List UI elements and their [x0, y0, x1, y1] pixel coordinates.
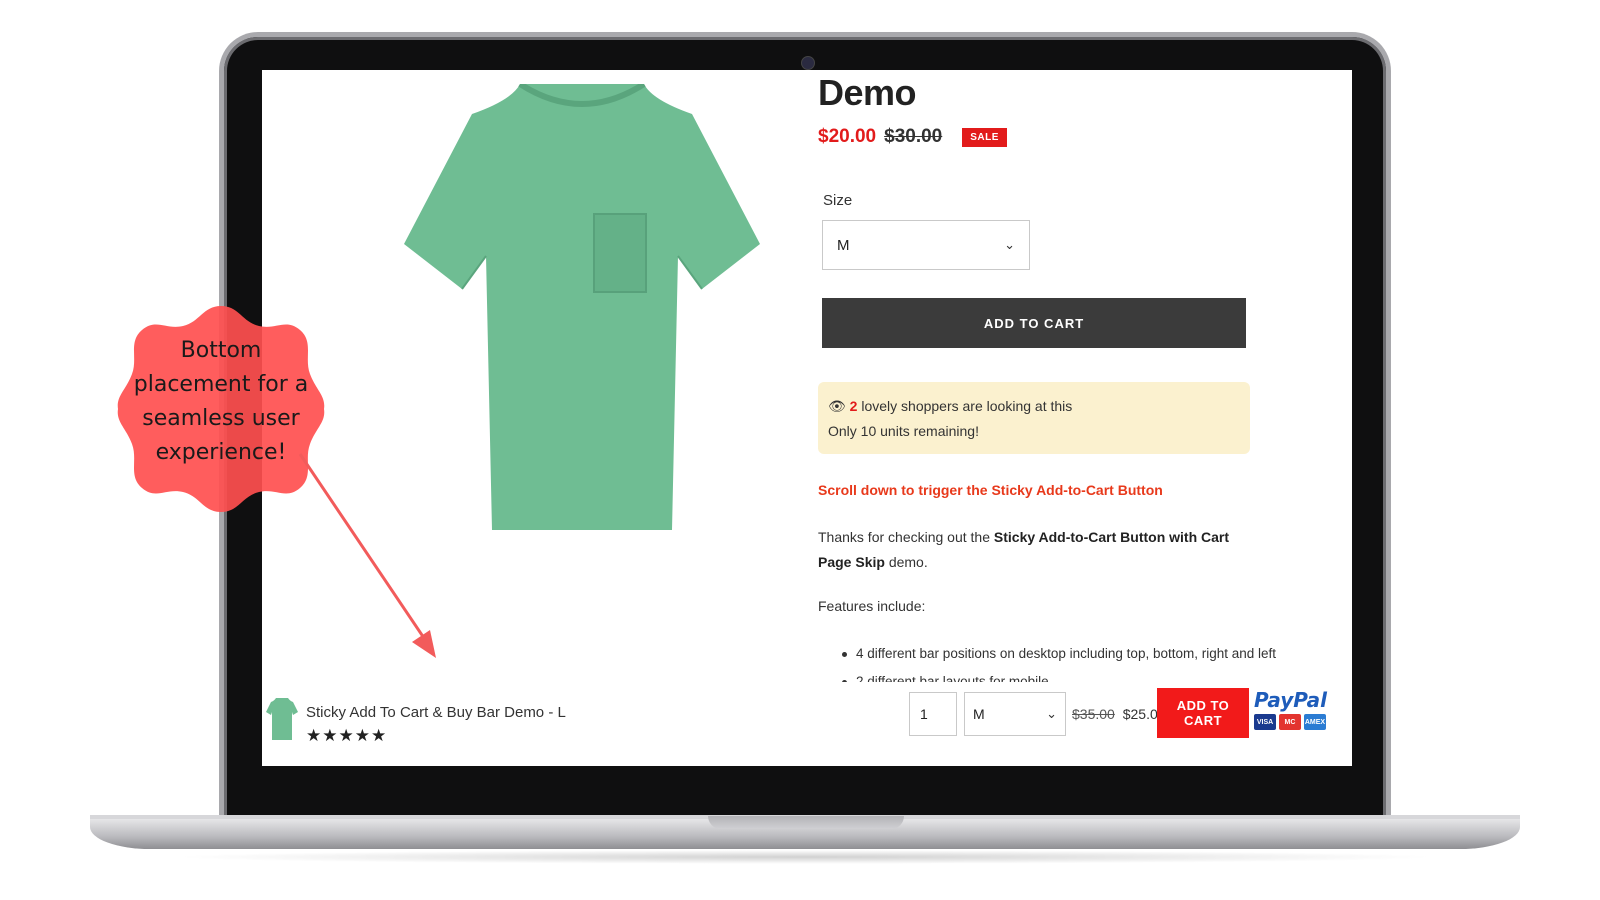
paypal-logo: PayPal — [1254, 688, 1328, 712]
features-heading: Features include: — [818, 598, 926, 614]
sticky-original-price: $35.00 — [1072, 706, 1115, 722]
urgency-notice: 👁 2 lovely shoppers are looking at this … — [818, 382, 1250, 454]
sticky-add-to-cart-button[interactable]: ADD TO CART — [1157, 688, 1249, 738]
original-price: $30.00 — [884, 126, 943, 147]
viewer-count: 2 — [849, 398, 858, 414]
sale-price: $20.00 — [818, 126, 877, 147]
paypal-button[interactable]: PayPal VISA MC AMEX — [1254, 688, 1328, 738]
sale-badge: SALE — [962, 127, 1007, 147]
chevron-down-icon: ⌄ — [1046, 706, 1057, 721]
description-outro: demo. — [888, 554, 928, 570]
add-to-cart-button[interactable]: ADD TO CART — [822, 298, 1246, 348]
sticky-prices: $35.00 $25.00 — [1072, 706, 1166, 722]
size-select[interactable]: M ⌄ — [822, 220, 1030, 270]
sticky-size-select[interactable]: M ⌄ — [964, 692, 1066, 736]
callout-arrow-icon — [298, 453, 436, 658]
stock-text: Only 10 units remaining! — [828, 423, 979, 439]
rating-stars: ★★★★★ — [306, 726, 388, 745]
mastercard-icon: MC — [1279, 714, 1301, 730]
chevron-down-icon: ⌄ — [1004, 237, 1015, 252]
sticky-add-to-cart-bar: Sticky Add To Cart & Buy Bar Demo - L ★★… — [262, 682, 1352, 766]
size-select-value: M — [837, 236, 850, 254]
webcam-icon — [801, 56, 815, 70]
amex-card-icon: AMEX — [1304, 714, 1326, 730]
size-label: Size — [823, 192, 853, 209]
list-item: 4 different bar positions on desktop inc… — [842, 640, 1276, 668]
sticky-size-value: M — [973, 706, 985, 722]
card-icons: VISA MC AMEX — [1254, 714, 1326, 730]
laptop-shadow — [170, 850, 1440, 864]
description-intro: Thanks for checking out the — [818, 529, 990, 545]
laptop-notch — [708, 816, 904, 829]
product-thumbnail — [266, 698, 298, 740]
eye-icon: 👁 — [828, 398, 846, 414]
callout-text: Bottom placement for a seamless user exp… — [133, 338, 309, 465]
visa-card-icon: VISA — [1254, 714, 1276, 730]
price-row: $20.00 $30.00 SALE — [818, 126, 1007, 148]
sticky-product-name[interactable]: Sticky Add To Cart & Buy Bar Demo - L — [306, 704, 566, 721]
viewer-text: lovely shoppers are looking at this — [861, 398, 1073, 414]
product-title: Demo — [818, 72, 917, 113]
tshirt-image — [404, 84, 760, 530]
scroll-note: Scroll down to trigger the Sticky Add-to… — [818, 482, 1163, 498]
quantity-input[interactable] — [909, 692, 957, 736]
description: Thanks for checking out the Sticky Add-t… — [818, 525, 1238, 575]
